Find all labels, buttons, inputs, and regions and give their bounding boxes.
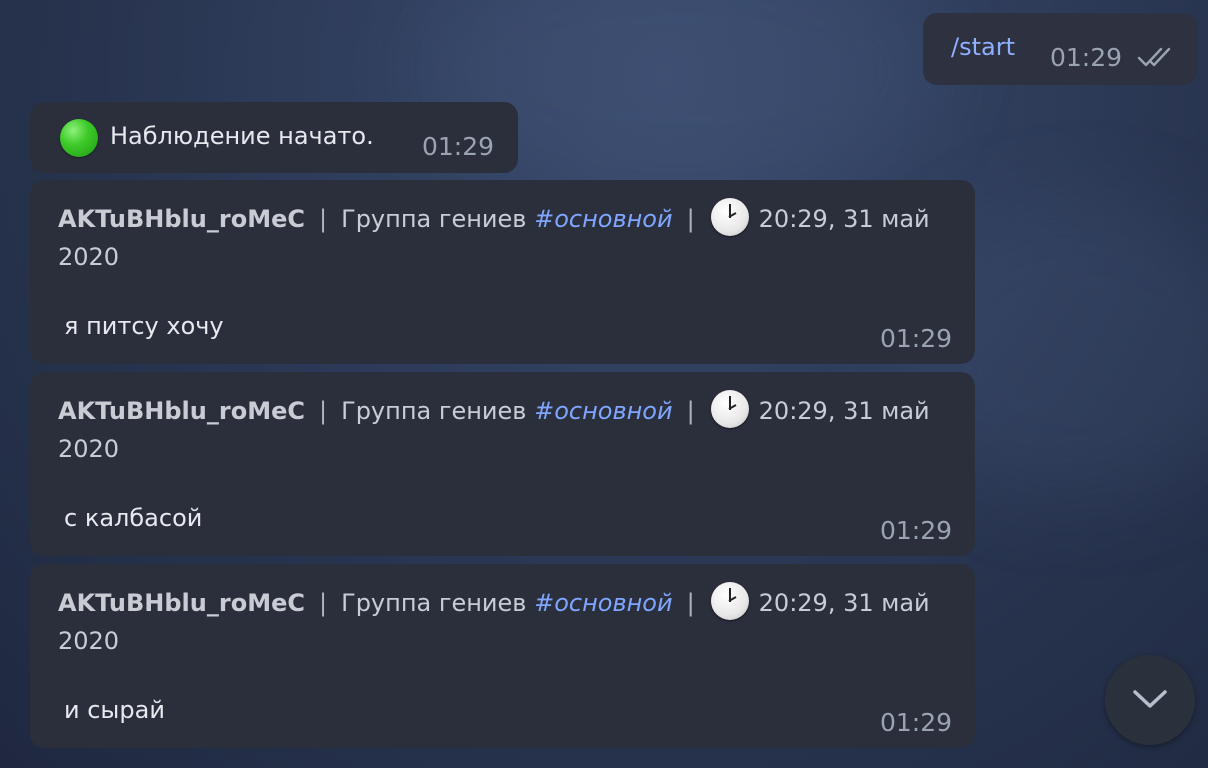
message-time: 01:29	[1050, 43, 1123, 72]
group-name: Группа гениев	[341, 205, 527, 233]
separator: |	[686, 397, 695, 425]
hashtag-link[interactable]: #основной	[534, 589, 672, 617]
message-time: 01:29	[880, 324, 953, 353]
separator: |	[318, 397, 328, 425]
clock-icon	[710, 390, 749, 428]
message-text: с калбасой	[64, 504, 203, 532]
message-header: AKTuBHblu_roMeC | Группа гениев #основной |…	[58, 390, 938, 468]
group-name: Группа гениев	[341, 397, 527, 425]
separator: |	[686, 205, 695, 233]
double-check-icon	[1137, 47, 1171, 67]
author-name[interactable]: AKTuBHblu_roMeC	[58, 397, 305, 425]
chevron-down-icon	[1133, 690, 1167, 708]
incoming-message[interactable]: AKTuBHblu_roMeC | Группа гениев #основной |…	[30, 372, 975, 556]
status-text: Наблюдение начато.	[110, 122, 374, 150]
author-name[interactable]: AKTuBHblu_roMeC	[58, 205, 305, 233]
clock-icon	[710, 198, 749, 236]
incoming-message[interactable]: AKTuBHblu_roMeC | Группа гениев #основной |…	[30, 564, 975, 748]
incoming-message[interactable]: AKTuBHblu_roMeC | Группа гениев #основной |…	[30, 180, 975, 364]
message-time: 01:29	[880, 516, 953, 545]
green-circle-icon	[60, 119, 98, 157]
scroll-to-bottom-button[interactable]	[1105, 655, 1195, 745]
message-text: и сырай	[64, 696, 165, 724]
hashtag-link[interactable]: #основной	[534, 397, 672, 425]
separator: |	[318, 589, 328, 617]
separator: |	[318, 205, 328, 233]
message-header: AKTuBHblu_roMeC | Группа гениев #основной |…	[58, 198, 938, 276]
status-message[interactable]: Наблюдение начато. 01:29	[30, 102, 518, 173]
message-header: AKTuBHblu_roMeC | Группа гениев #основной |…	[58, 582, 938, 660]
clock-icon	[710, 582, 749, 620]
separator: |	[686, 589, 695, 617]
hashtag-link[interactable]: #основной	[534, 205, 672, 233]
outgoing-message[interactable]: /start 01:29	[923, 13, 1197, 85]
command-text[interactable]: /start	[951, 33, 1015, 61]
author-name[interactable]: AKTuBHblu_roMeC	[58, 589, 305, 617]
message-time: 01:29	[880, 708, 953, 737]
group-name: Группа гениев	[341, 589, 527, 617]
message-text: я питсу хочу	[64, 312, 224, 340]
message-time: 01:29	[422, 132, 495, 161]
